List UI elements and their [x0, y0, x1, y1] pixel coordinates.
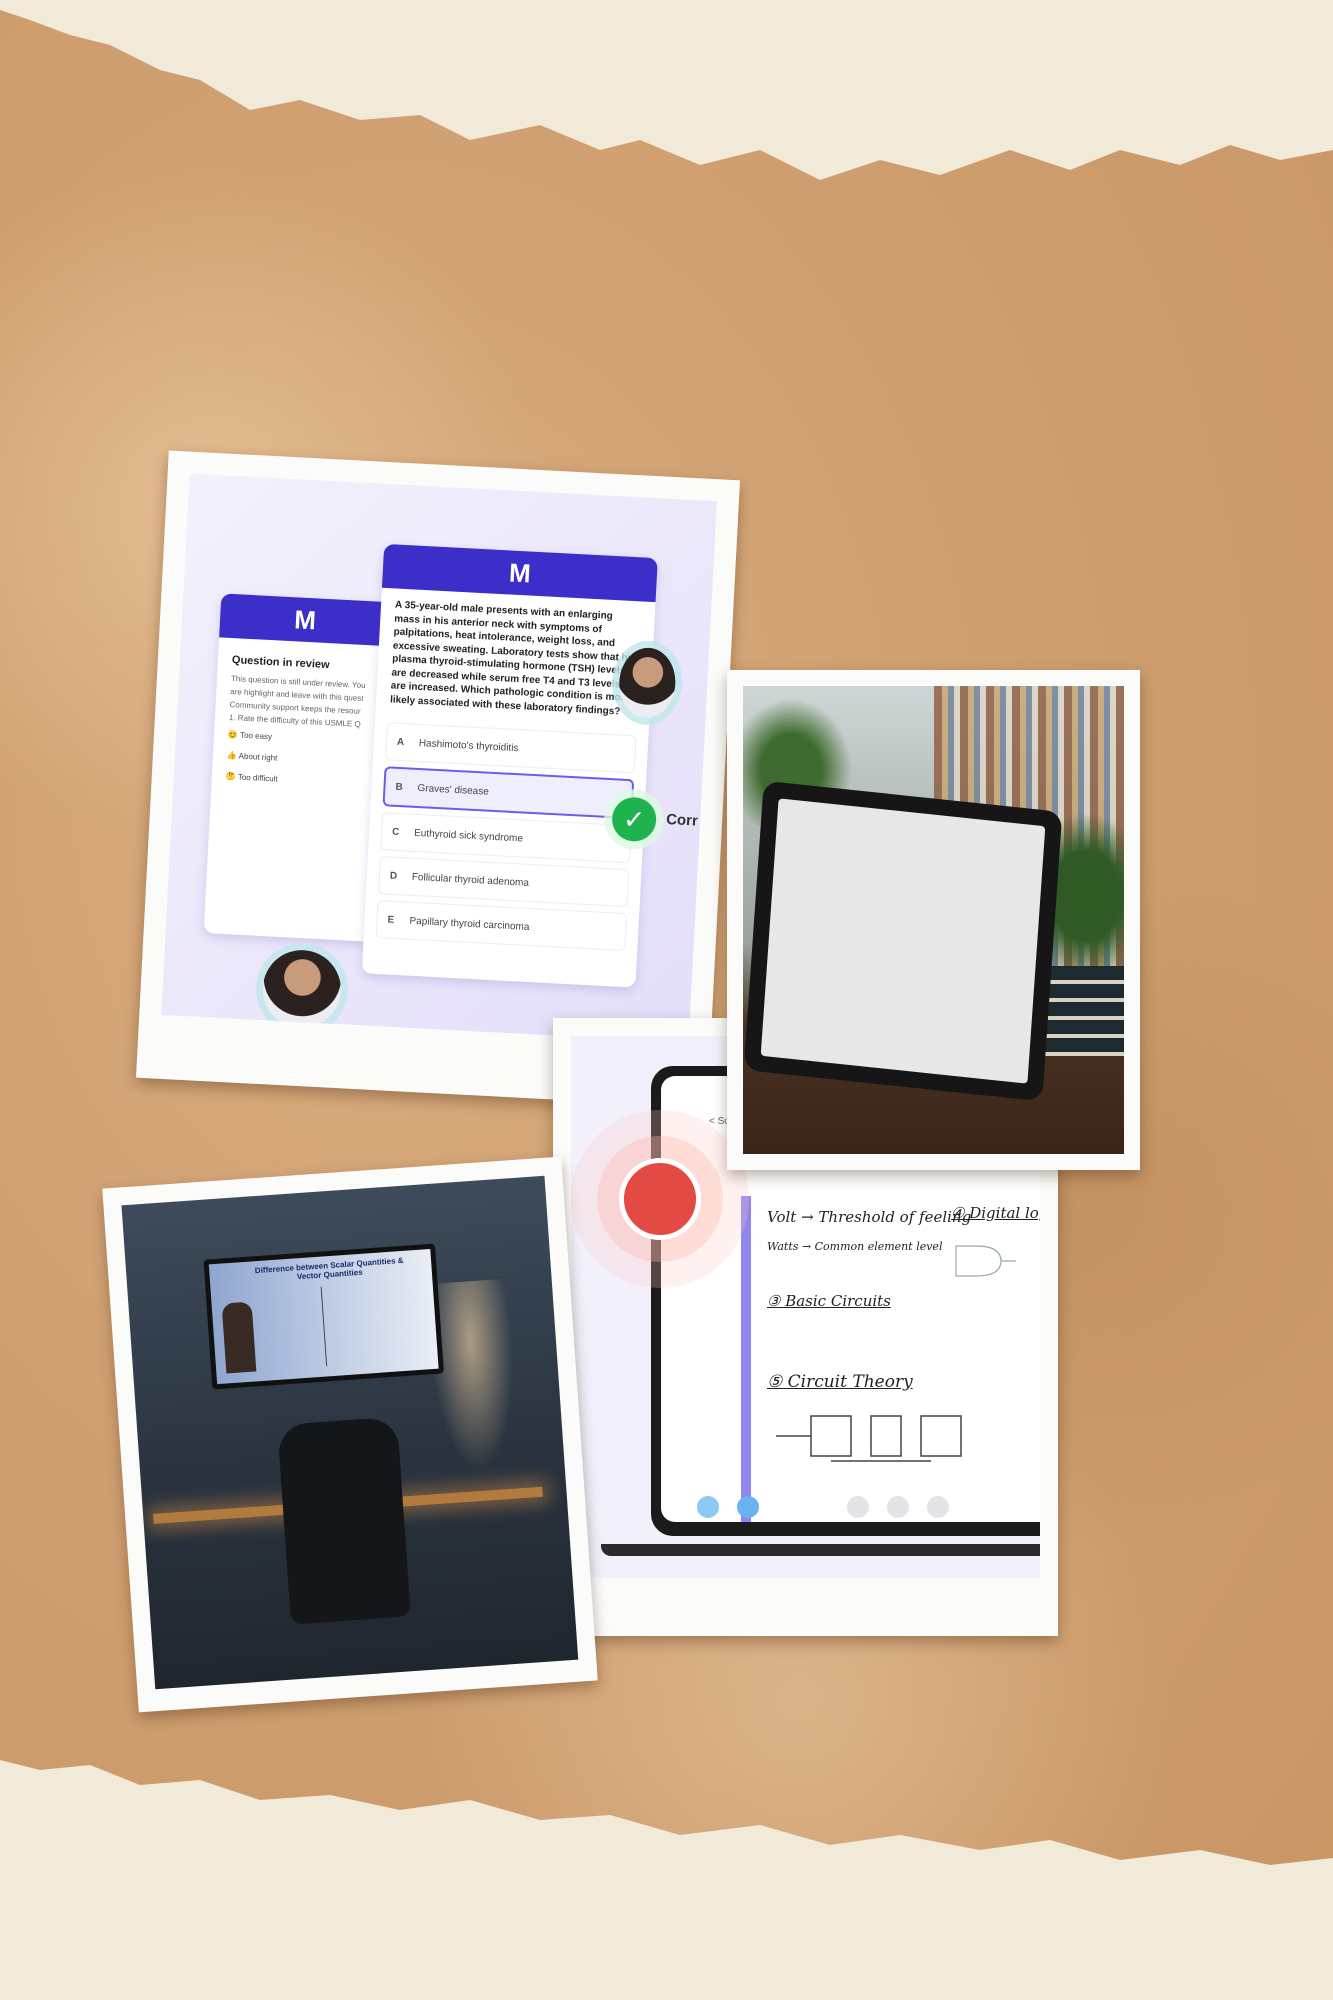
record-button[interactable] — [619, 1158, 701, 1240]
question-text: A 35-year-old male presents with an enla… — [389, 599, 637, 717]
correct-label: Corr — [665, 811, 699, 830]
tablet-screen — [760, 798, 1046, 1084]
answer-option[interactable]: D Follicular thyroid adenoma — [377, 856, 630, 908]
note-circuit-theory: ⑤ Circuit Theory — [767, 1372, 913, 1392]
note-basic-circuits: ③ Basic Circuits — [767, 1292, 891, 1310]
book-stack — [1044, 966, 1124, 1056]
office-chair — [277, 1416, 411, 1625]
lecture-title: Difference between Scalar Quantities & V… — [254, 1255, 404, 1282]
answer-option[interactable]: A Hashimoto's thyroiditis — [384, 722, 637, 774]
handwritten-notes: Volt → Threshold of feeling ④ Digital lo… — [741, 1196, 1040, 1522]
answer-option-selected[interactable]: B Graves' disease — [382, 766, 635, 820]
toolbar-button[interactable] — [927, 1496, 949, 1518]
photo-desk-setup: Difference between Scalar Quantities & V… — [102, 1156, 598, 1713]
wall-monitor: Difference between Scalar Quantities & V… — [203, 1243, 444, 1390]
photo-quiz-app: M Question in review This question is st… — [135, 450, 741, 1108]
note-watts: Watts → Common element level — [767, 1240, 943, 1253]
quiz-app-image: M Question in review This question is st… — [161, 473, 717, 1043]
photo-tablet — [727, 670, 1140, 1170]
question-card: M A 35-year-old male presents with an en… — [361, 543, 658, 988]
toolbar-button[interactable] — [697, 1496, 719, 1518]
tablet-image — [743, 686, 1124, 1154]
avatar — [260, 948, 343, 1031]
desk-setup-image: Difference between Scalar Quantities & V… — [121, 1175, 579, 1690]
monitor-display: Difference between Scalar Quantities & V… — [208, 1248, 439, 1385]
lecturer-figure — [221, 1301, 257, 1374]
laptop-base — [601, 1544, 1040, 1556]
toolbar-button[interactable] — [887, 1496, 909, 1518]
tablet-device — [743, 780, 1063, 1102]
torn-paper-top — [0, 0, 1333, 180]
divider — [320, 1286, 328, 1367]
mic-icon[interactable] — [737, 1496, 759, 1518]
answer-option[interactable]: E Papillary thyroid carcinoma — [375, 900, 628, 952]
answer-option[interactable]: C Euthyroid sick syndrome — [380, 812, 632, 864]
note-digital-logic: ④ Digital logic — [951, 1204, 1040, 1222]
logic-gate-sketch-icon — [955, 1245, 1016, 1277]
circuit-sketch-icon — [776, 1415, 962, 1462]
toolbar-button[interactable] — [847, 1496, 869, 1518]
review-card: M Question in review This question is st… — [203, 593, 392, 942]
note-volt: Volt → Threshold of feeling — [767, 1208, 972, 1226]
torn-paper-bottom — [0, 1760, 1333, 2000]
